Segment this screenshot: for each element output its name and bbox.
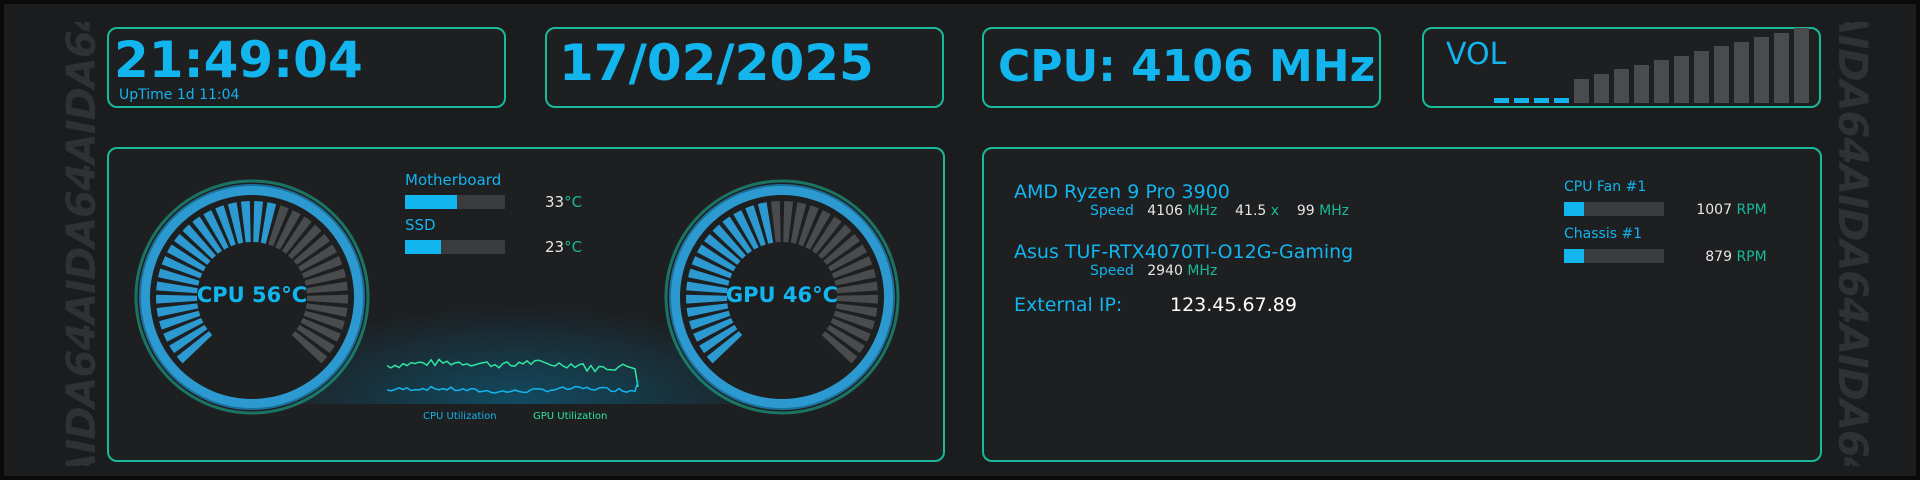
watermark-left: AIDA64AIDA64AIDA64 (56, 22, 108, 466)
gpu-speed-value: 2940 (1147, 263, 1183, 279)
ssd-temp-value: 23 (545, 238, 565, 256)
volume-bar-segment (1734, 41, 1749, 103)
volume-bar-segment (1774, 32, 1789, 103)
gpu-gauge: GPU 46°C (664, 179, 900, 415)
motherboard-bar (405, 195, 505, 209)
chassis-fan-bar-fill (1564, 249, 1584, 263)
chassis-fan-rpm-unit: RPM (1736, 249, 1767, 265)
watermark-right-text: AIDA64AIDA64AIDA64 (1829, 22, 1875, 466)
motherboard-temp-value: 33 (545, 193, 565, 211)
volume-bar-segment (1514, 98, 1529, 103)
cpu-fan-rpm-value: 1007 (1696, 202, 1732, 218)
motherboard-bar-fill (405, 195, 457, 209)
cpu-multiplier-unit: x (1270, 203, 1280, 219)
ssd-bar-fill (405, 240, 441, 254)
cpu-speed-unit: MHz (1187, 203, 1218, 219)
volume-bar-segment (1694, 51, 1709, 103)
volume-bar-segment (1574, 78, 1589, 103)
external-ip-value: 123.45.67.89 (1170, 294, 1297, 316)
gpu-utilization-legend: GPU Utilization (533, 411, 608, 422)
volume-bar-segment (1714, 46, 1729, 103)
cpu-bus-value: 99 (1296, 203, 1315, 219)
date-text: 17/02/2025 (559, 34, 874, 92)
cpu-name: AMD Ryzen 9 Pro 3900 (1014, 181, 1230, 203)
utilization-graph (387, 358, 639, 394)
time-panel: 21:49:04 UpTime 1d 11:04 (107, 27, 506, 108)
external-ip-label: External IP: (1014, 294, 1123, 316)
ssd-label: SSD (405, 216, 436, 234)
gpu-speed-unit: MHz (1187, 263, 1218, 279)
cpu-multiplier-value: 41.5 (1235, 203, 1267, 219)
gpu-utilization-line (387, 358, 639, 388)
volume-bar-segment (1594, 74, 1609, 103)
system-info-panel: AMD Ryzen 9 Pro 3900 Speed 4106 MHz 41.5… (982, 147, 1822, 462)
ssd-temp: 23°C (545, 238, 582, 256)
chassis-fan-bar (1564, 249, 1664, 263)
aida64-sensor-panel: AIDA64AIDA64AIDA64 AIDA64AIDA64AIDA64 21… (0, 0, 1920, 480)
volume-bar-segment (1534, 98, 1549, 103)
chassis-fan-rpm: 879 RPM (1684, 249, 1796, 265)
cpu-speed-label: Speed (1090, 203, 1134, 219)
cpu-speed-row: Speed 4106 MHz 41.5 x 99 MHz (1090, 203, 1349, 219)
volume-bar-segment (1674, 55, 1689, 103)
thermal-panel: CPU 56°C GPU 46°C Motherboard 33°C SSD 2… (107, 147, 945, 462)
volume-bar-segment (1794, 28, 1809, 103)
cpu-clock-text: CPU: 4106 MHz (998, 41, 1376, 92)
gpu-name: Asus TUF-RTX4070TI-O12G-Gaming (1014, 241, 1354, 263)
chassis-fan-label: Chassis #1 (1564, 226, 1643, 242)
cpu-fan-rpm-unit: RPM (1736, 202, 1767, 218)
cpu-gauge: CPU 56°C (134, 179, 370, 415)
volume-bar-segment (1654, 60, 1669, 103)
cpu-speed-value: 4106 (1147, 203, 1183, 219)
ssd-bar (405, 240, 505, 254)
volume-bar-segment (1554, 98, 1569, 103)
cpu-utilization-legend: CPU Utilization (423, 411, 497, 422)
watermark-right: AIDA64AIDA64AIDA64 (1826, 22, 1878, 466)
ssd-temp-unit: °C (564, 238, 583, 256)
gpu-speed-row: Speed 2940 MHz (1090, 263, 1217, 279)
volume-bar-segment (1614, 69, 1629, 103)
volume-bars (1494, 28, 1812, 108)
watermark-left-text: AIDA64AIDA64AIDA64 (59, 22, 105, 466)
chassis-fan-rpm-value: 879 (1705, 249, 1732, 265)
uptime-text: UpTime 1d 11:04 (119, 87, 240, 103)
cpu-fan-bar-fill (1564, 202, 1584, 216)
motherboard-label: Motherboard (405, 171, 502, 189)
motherboard-temp: 33°C (545, 193, 582, 211)
cpu-bus-unit: MHz (1319, 203, 1350, 219)
gpu-gauge-label: GPU 46°C (725, 283, 839, 307)
cpu-fan-rpm: 1007 RPM (1684, 202, 1796, 218)
cpu-fan-bar (1564, 202, 1664, 216)
volume-bar-segment (1634, 64, 1649, 103)
cpu-fan-label: CPU Fan #1 (1564, 179, 1647, 195)
volume-bar-segment (1754, 37, 1769, 103)
date-panel: 17/02/2025 (545, 27, 944, 108)
cpu-clock-panel: CPU: 4106 MHz (982, 27, 1381, 108)
clock-time: 21:49:04 (114, 31, 363, 89)
motherboard-temp-unit: °C (564, 193, 583, 211)
volume-panel: VOL (1422, 27, 1821, 108)
volume-bar-segment (1494, 98, 1509, 103)
cpu-utilization-line (387, 380, 639, 394)
cpu-gauge-label: CPU 56°C (196, 283, 308, 307)
gpu-speed-label: Speed (1090, 263, 1134, 279)
